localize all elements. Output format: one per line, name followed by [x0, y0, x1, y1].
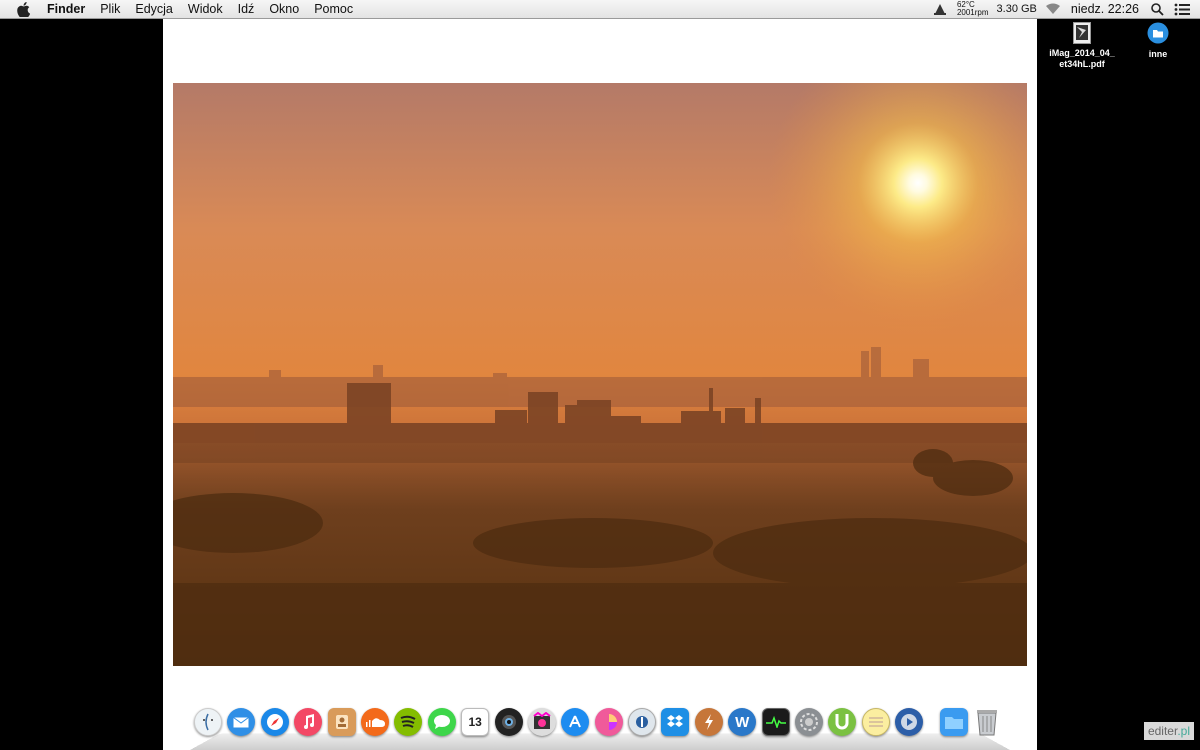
- menu-pomoc[interactable]: Pomoc: [314, 0, 353, 18]
- watermark-domain: .pl: [1177, 724, 1190, 738]
- app-store-icon[interactable]: [561, 708, 590, 736]
- menu-okno[interactable]: Okno: [269, 0, 299, 18]
- system-preferences-icon[interactable]: [795, 708, 824, 736]
- clock[interactable]: niedz. 22:26: [1071, 2, 1139, 16]
- notification-center-icon[interactable]: [1174, 3, 1190, 16]
- dock: 13 W: [190, 704, 1010, 750]
- desktop-file-label-line1: iMag_2014_04_: [1049, 48, 1115, 58]
- downloads-folder-icon[interactable]: [939, 708, 968, 736]
- spotlight-icon[interactable]: [1151, 2, 1164, 16]
- 1password-icon[interactable]: [628, 708, 657, 736]
- folder-icon: [1147, 22, 1169, 44]
- photo-booth-icon[interactable]: [494, 708, 523, 736]
- activity-monitor-icon[interactable]: [761, 708, 790, 736]
- memory-readout[interactable]: 3.30 GB: [997, 3, 1037, 15]
- word-icon[interactable]: W: [728, 708, 757, 736]
- utorrent-icon[interactable]: [828, 708, 857, 736]
- quicktime-icon[interactable]: [895, 708, 924, 736]
- calendar-day: 13: [468, 715, 482, 729]
- watermark: editer.pl: [1143, 722, 1194, 740]
- desktop-file-label-line2: et34hL.pdf: [1059, 59, 1105, 69]
- temperature-readout[interactable]: 62°C 2001rpm: [957, 1, 989, 17]
- menu-idz[interactable]: Idź: [238, 0, 255, 18]
- desktop-folder-inne[interactable]: inne: [1138, 22, 1178, 60]
- safari-icon[interactable]: [260, 708, 289, 736]
- mail-icon[interactable]: [227, 708, 256, 736]
- fan-icon[interactable]: [933, 2, 947, 16]
- trash-icon[interactable]: [973, 708, 1001, 736]
- itunes-icon[interactable]: [294, 708, 323, 736]
- dock-separator: [929, 708, 935, 736]
- menu-bar: Finder Plik Edycja Widok Idź Okno Pomoc …: [0, 0, 1200, 19]
- dropbox-icon[interactable]: [661, 708, 690, 736]
- notes-icon[interactable]: [861, 708, 890, 736]
- finder-icon[interactable]: [194, 708, 222, 736]
- spotify-icon[interactable]: [394, 708, 423, 736]
- menu-app-finder[interactable]: Finder: [47, 0, 85, 18]
- desktop-folder-label: inne: [1148, 49, 1168, 59]
- flux-icon[interactable]: [694, 708, 723, 736]
- sunset-city-photo: [173, 83, 1027, 666]
- menu-plik[interactable]: Plik: [100, 0, 120, 18]
- watermark-text: editer: [1147, 724, 1178, 738]
- wifi-icon[interactable]: [1045, 3, 1061, 15]
- apple-menu-icon[interactable]: [15, 1, 31, 17]
- preview-window: [163, 19, 1037, 750]
- final-cut-icon[interactable]: [527, 708, 556, 736]
- messages-icon[interactable]: [427, 708, 456, 736]
- pinwheel-icon[interactable]: [594, 708, 623, 736]
- contacts-icon[interactable]: [327, 708, 356, 736]
- desktop-file-pdf[interactable]: iMag_2014_04_ et34hL.pdf: [1044, 22, 1120, 70]
- calendar-icon[interactable]: 13: [461, 708, 490, 736]
- rpm-value: 2001rpm: [956, 8, 989, 17]
- pdf-file-icon: [1073, 22, 1091, 44]
- soundcloud-icon[interactable]: [360, 708, 389, 736]
- menu-widok[interactable]: Widok: [188, 0, 223, 18]
- menu-edycja[interactable]: Edycja: [135, 0, 173, 18]
